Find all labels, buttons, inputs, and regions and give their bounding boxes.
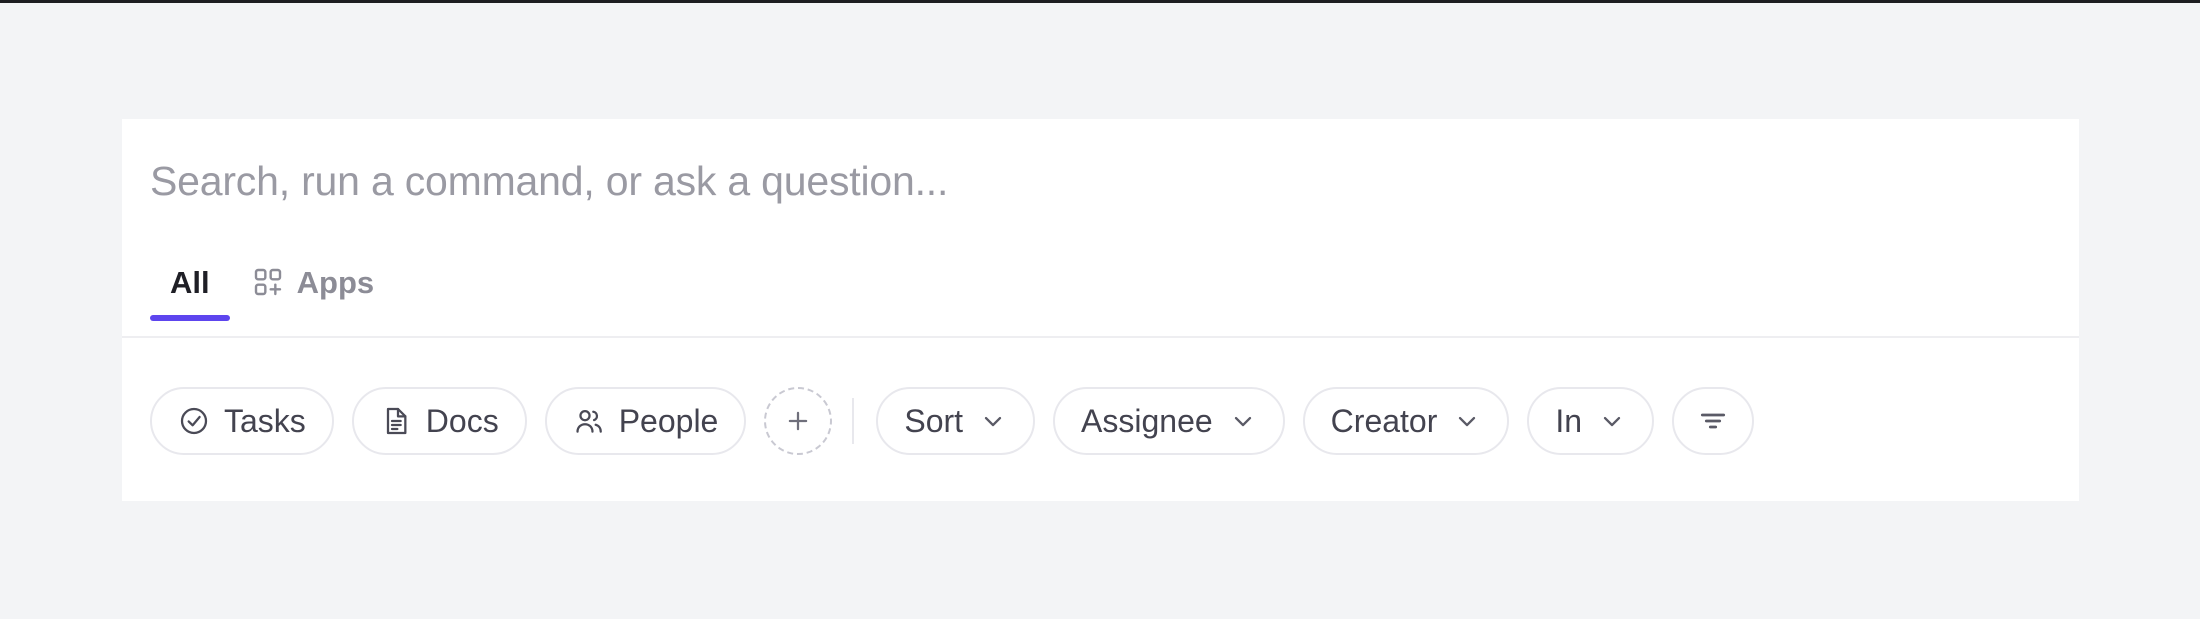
search-input[interactable] xyxy=(150,157,2079,205)
tab-apps-label: Apps xyxy=(296,264,375,300)
add-filter-button[interactable] xyxy=(764,386,833,455)
people-icon xyxy=(573,405,605,437)
chevron-down-icon xyxy=(979,407,1007,435)
chevron-down-icon xyxy=(1598,407,1626,435)
filter-dropdown-creator-label: Creator xyxy=(1330,402,1438,439)
filter-dropdown-assignee-label: Assignee xyxy=(1081,402,1213,439)
filter-chip-docs[interactable]: Docs xyxy=(351,386,527,455)
filter-chip-tasks[interactable]: Tasks xyxy=(150,386,334,455)
tabs-bottom-divider xyxy=(122,336,2079,338)
plus-icon xyxy=(783,406,813,436)
filter-dropdown-sort[interactable]: Sort xyxy=(876,386,1036,455)
filter-lines-icon xyxy=(1697,405,1729,437)
tab-apps-underline xyxy=(230,315,397,321)
filter-chip-docs-label: Docs xyxy=(425,402,499,439)
filter-dropdown-creator[interactable]: Creator xyxy=(1302,386,1510,455)
tab-active-underline xyxy=(150,315,230,321)
check-circle-icon xyxy=(178,405,210,437)
filter-chip-people-label: People xyxy=(618,402,719,439)
filter-dropdown-in-label: In xyxy=(1555,402,1583,439)
tab-all[interactable]: All xyxy=(150,243,230,321)
filter-chip-people[interactable]: People xyxy=(544,386,747,455)
filter-dropdown-assignee[interactable]: Assignee xyxy=(1053,386,1285,455)
apps-grid-plus-icon xyxy=(252,266,284,298)
tab-all-label: All xyxy=(170,264,210,300)
filter-dropdown-sort-label: Sort xyxy=(904,402,964,439)
command-palette-panel: All Apps xyxy=(122,119,2079,501)
filters-row: Tasks Docs People Sort Assignee Creator … xyxy=(122,340,2079,501)
filter-dropdown-in[interactable]: In xyxy=(1527,386,1655,455)
search-row xyxy=(122,119,2079,243)
advanced-filter-button[interactable] xyxy=(1672,386,1755,455)
tabs-row: All Apps xyxy=(122,243,2079,340)
tab-apps[interactable]: Apps xyxy=(230,243,397,321)
chevron-down-icon xyxy=(1229,407,1257,435)
chevron-down-icon xyxy=(1453,407,1481,435)
filter-chip-tasks-label: Tasks xyxy=(224,402,306,439)
top-edge-rule xyxy=(0,0,2200,3)
filters-group-divider xyxy=(852,397,855,444)
document-icon xyxy=(380,405,412,437)
